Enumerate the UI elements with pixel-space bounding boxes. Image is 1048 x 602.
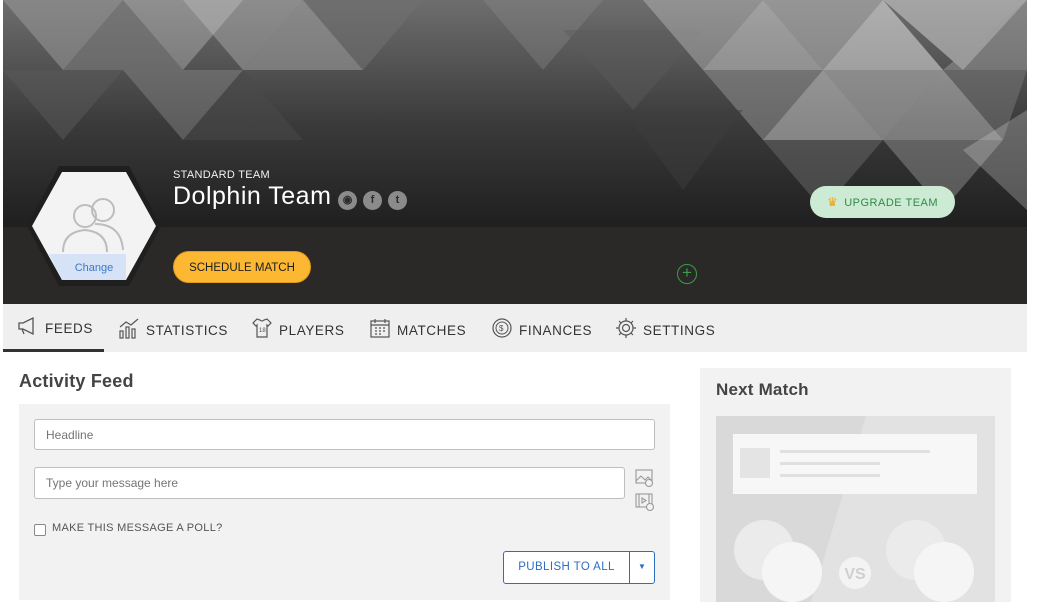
schedule-match-button[interactable]: SCHEDULE MATCH: [173, 251, 311, 283]
bar-chart-icon: [118, 317, 140, 339]
team-tabs: FEEDS STATISTICS 18 PLAYERS MATCHES $ FI…: [3, 304, 1027, 352]
upgrade-team-button[interactable]: ♛ UPGRADE TEAM: [810, 186, 955, 218]
jersey-icon: 18: [251, 317, 273, 339]
svg-text:$: $: [499, 324, 504, 333]
publish-to-all-button[interactable]: PUBLISH TO ALL: [504, 552, 630, 583]
tab-players[interactable]: 18 PLAYERS: [251, 304, 344, 352]
team-avatar[interactable]: Change: [25, 164, 163, 288]
tab-matches[interactable]: MATCHES: [369, 304, 466, 352]
gear-icon: [615, 317, 637, 339]
next-match-panel: Next Match VS: [700, 368, 1011, 602]
message-input[interactable]: [34, 467, 625, 499]
change-avatar-link[interactable]: Change: [51, 258, 137, 280]
tab-feeds[interactable]: FEEDS: [3, 304, 104, 352]
poll-option: MAKE THIS MESSAGE A POLL?: [34, 520, 223, 536]
team-page: Change STANDARD TEAM Dolphin Team ◉ f t …: [3, 0, 1027, 602]
attach-video-icon[interactable]: [635, 493, 655, 512]
vs-label: VS: [844, 566, 866, 583]
caret-down-icon[interactable]: ▼: [630, 552, 654, 583]
svg-text:18: 18: [259, 328, 266, 334]
tab-settings[interactable]: SETTINGS: [615, 304, 715, 352]
megaphone-icon: [17, 316, 39, 338]
crown-icon: ♛: [826, 195, 839, 209]
poll-label: MAKE THIS MESSAGE A POLL?: [52, 522, 223, 534]
coin-icon: $: [491, 317, 513, 339]
globe-icon[interactable]: ◉: [338, 191, 357, 210]
tab-statistics[interactable]: STATISTICS: [118, 304, 228, 352]
calendar-icon: [369, 317, 391, 339]
headline-input[interactable]: [34, 419, 655, 450]
team-type-label: STANDARD TEAM: [173, 169, 271, 181]
next-match-placeholder: VS: [716, 416, 995, 602]
post-composer: MAKE THIS MESSAGE A POLL? PUBLISH TO ALL…: [19, 404, 670, 600]
tab-finances[interactable]: $ FINANCES: [491, 304, 592, 352]
team-name: Dolphin Team: [173, 182, 332, 210]
twitter-icon[interactable]: t: [388, 191, 407, 210]
next-match-title: Next Match: [716, 380, 809, 399]
publish-button-group: PUBLISH TO ALL ▼: [503, 551, 655, 584]
activity-feed-title: Activity Feed: [19, 371, 134, 391]
add-icon[interactable]: +: [677, 264, 697, 284]
attach-image-icon[interactable]: [635, 469, 655, 488]
poll-checkbox[interactable]: [34, 524, 46, 536]
facebook-icon[interactable]: f: [363, 191, 382, 210]
